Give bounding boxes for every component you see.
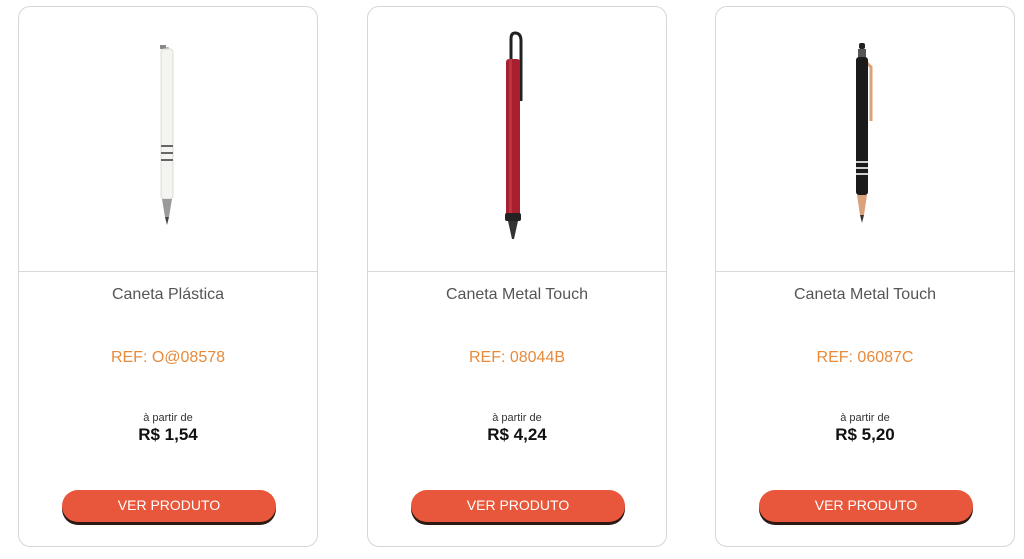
price-from-label: à partir de <box>840 412 890 424</box>
product-title[interactable]: Caneta Metal Touch <box>716 286 1014 304</box>
product-card[interactable]: Caneta Metal Touch REF: 08044B à partir … <box>367 6 667 547</box>
product-image[interactable] <box>368 7 666 272</box>
view-product-button[interactable]: VER PRODUTO <box>62 490 276 522</box>
product-ref: REF: O@08578 <box>110 349 226 366</box>
price-from-label: à partir de <box>143 412 193 424</box>
white-pen-icon <box>160 45 174 225</box>
view-product-button[interactable]: VER PRODUTO <box>411 490 625 522</box>
product-image[interactable] <box>19 7 317 272</box>
product-price: R$ 4,24 <box>487 425 547 444</box>
product-price: R$ 5,20 <box>835 425 895 444</box>
black-pen-icon <box>856 43 873 223</box>
product-ref: REF: 06087C <box>816 349 914 366</box>
product-title[interactable]: Caneta Metal Touch <box>368 286 666 304</box>
product-title[interactable]: Caneta Plástica <box>19 286 317 304</box>
product-price: R$ 1,54 <box>138 425 198 444</box>
red-pen-icon <box>505 31 523 239</box>
price-from-label: à partir de <box>492 412 542 424</box>
product-grid: Caneta Plástica REF: O@08578 à partir de… <box>0 0 1024 559</box>
view-product-button[interactable]: VER PRODUTO <box>759 490 973 522</box>
product-ref: REF: 08044B <box>468 349 566 366</box>
product-image[interactable] <box>716 7 1014 272</box>
product-card[interactable]: Caneta Metal Touch REF: 06087C à partir … <box>715 6 1015 547</box>
product-card[interactable]: Caneta Plástica REF: O@08578 à partir de… <box>18 6 318 547</box>
